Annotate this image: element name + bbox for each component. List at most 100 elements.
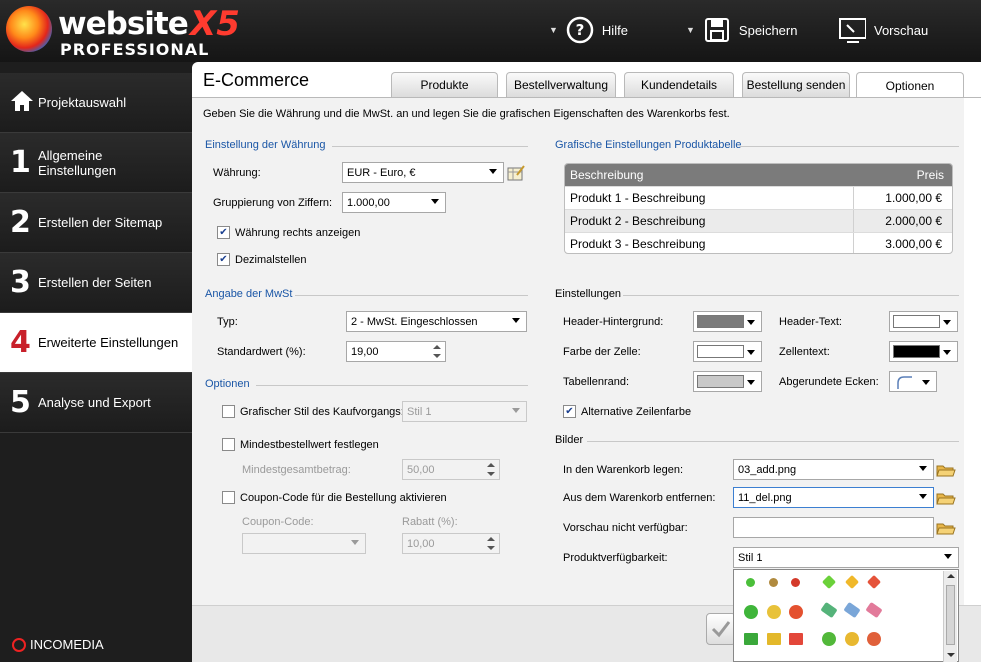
scroll-up-icon[interactable] (947, 574, 955, 578)
product-table-preview: Beschreibung Preis Produkt 1 - Beschreibu… (564, 163, 953, 254)
availability-style-select[interactable]: Stil 1 (733, 547, 959, 568)
dropdown-scrollbar[interactable] (943, 571, 957, 662)
checkout-style-checkbox[interactable] (222, 405, 235, 418)
stepper-arrows-icon[interactable] (487, 463, 495, 477)
red-ball-icon[interactable] (789, 605, 803, 619)
alt-row-checkbox[interactable]: ✔ (563, 405, 576, 418)
cell-text-label: Zellentext: (779, 346, 830, 358)
red-dot-icon[interactable] (791, 578, 800, 587)
rounded-corners-select[interactable] (889, 371, 937, 392)
green-ball-icon[interactable] (744, 605, 758, 619)
red-star-icon[interactable] (866, 574, 882, 590)
ok-button[interactable] (706, 613, 736, 645)
green-check-icon[interactable] (822, 632, 836, 646)
sidebar-item-sitemap[interactable]: 2 Erstellen der Sitemap (0, 193, 192, 253)
currency-right-checkbox[interactable]: ✔ (217, 226, 230, 239)
tab-customer-details[interactable]: Kundendetails (624, 72, 734, 97)
help-button[interactable]: ▼ ? Hilfe (549, 14, 628, 46)
green-flag-icon[interactable] (744, 633, 758, 645)
scrollbar-thumb[interactable] (946, 585, 955, 645)
yellow-star-icon[interactable] (844, 574, 860, 590)
min-amount-stepper[interactable]: 50,00 (402, 459, 500, 480)
tab-options[interactable]: Optionen (856, 72, 964, 98)
chevron-down-icon (943, 320, 951, 325)
table-header-description: Beschreibung (570, 168, 644, 182)
stepper-arrows-icon[interactable] (433, 345, 441, 359)
stepper-arrows-icon[interactable] (487, 537, 495, 551)
sidebar-item-analysis-export[interactable]: 5 Analyse und Export (0, 373, 192, 433)
svg-text:?: ? (576, 21, 585, 39)
alt-row-label: Alternative Zeilenfarbe (581, 406, 692, 418)
grouping-select[interactable]: 1.000,00 (342, 192, 446, 213)
folder-open-icon (936, 523, 956, 534)
header-text-label: Header-Text: (779, 316, 842, 328)
remove-from-cart-image-select[interactable]: 11_del.png (733, 487, 934, 508)
coupon-checkbox[interactable] (222, 491, 235, 504)
tab-send-order[interactable]: Bestellung senden (742, 72, 850, 97)
vat-type-select[interactable]: 2 - MwSt. Eingeschlossen (346, 311, 527, 332)
browse-add-image-button[interactable] (935, 459, 957, 480)
border-color-picker[interactable] (693, 371, 762, 392)
vat-default-stepper[interactable]: 19,00 (346, 341, 446, 362)
step-number: 5 (10, 385, 31, 420)
red-flag-icon[interactable] (789, 633, 803, 645)
color-swatch (893, 345, 940, 358)
sidebar-item-general-settings[interactable]: 1 Allgemeine Einstellungen (0, 133, 192, 193)
app-logo-version: X5 (190, 4, 240, 44)
yellow-warning-icon[interactable] (845, 632, 859, 646)
color-swatch (697, 345, 744, 358)
cell-text-color-picker[interactable] (889, 341, 958, 362)
browse-remove-image-button[interactable] (935, 487, 957, 508)
vat-type-value: 2 - MwSt. Eingeschlossen (351, 315, 478, 328)
green-tag-icon[interactable] (820, 601, 838, 619)
coupon-code-select[interactable] (242, 533, 366, 554)
checkout-style-select[interactable]: Stil 1 (402, 401, 527, 422)
grouping-value: 1.000,00 (347, 196, 390, 209)
decimals-checkbox[interactable]: ✔ (217, 253, 230, 266)
browse-unavailable-image-button[interactable] (935, 517, 957, 538)
preview-button[interactable]: Vorschau (838, 14, 928, 46)
save-label: Speichern (738, 22, 798, 38)
yellow-flag-icon[interactable] (767, 633, 781, 645)
tab-order-management[interactable]: Bestellverwaltung (506, 72, 616, 97)
panel-description: Geben Sie die Währung und die MwSt. an u… (203, 108, 730, 120)
currency-edit-button[interactable] (505, 162, 527, 183)
save-button[interactable]: ▼ Speichern (686, 14, 797, 46)
section-divider (332, 146, 528, 147)
chevron-down-icon (489, 169, 497, 174)
sidebar-item-project-selection[interactable]: Projektauswahl (0, 73, 192, 133)
blue-tag-icon[interactable] (843, 601, 861, 619)
section-divider (587, 441, 959, 442)
rounded-corner-icon (897, 376, 912, 389)
color-swatch (893, 315, 940, 328)
preview-monitor-icon (838, 16, 866, 44)
vat-type-label: Typ: (217, 316, 238, 328)
green-star-icon[interactable] (821, 574, 837, 590)
step-number: 4 (10, 325, 31, 360)
preview-unavailable-input[interactable] (733, 517, 934, 538)
scroll-down-icon[interactable] (947, 653, 955, 657)
edit-table-icon (507, 164, 525, 180)
chevron-down-icon[interactable]: ▼ (549, 25, 558, 35)
green-dot-icon[interactable] (746, 578, 755, 587)
chevron-down-icon (919, 494, 927, 499)
sidebar-item-label: Erstellen der Seiten (38, 275, 152, 290)
cell-color-picker[interactable] (693, 341, 762, 362)
yellow-ball-icon[interactable] (767, 605, 781, 619)
header-bg-color-picker[interactable] (693, 311, 762, 332)
sidebar-item-pages[interactable]: 3 Erstellen der Seiten (0, 253, 192, 313)
amber-dot-icon[interactable] (769, 578, 778, 587)
currency-select[interactable]: EUR - Euro, € (342, 162, 504, 183)
tab-products[interactable]: Produkte (391, 72, 498, 97)
availability-style-dropdown[interactable] (733, 569, 959, 662)
checkout-style-value: Stil 1 (407, 405, 432, 418)
pink-tag-icon[interactable] (865, 601, 883, 619)
min-order-checkbox[interactable] (222, 438, 235, 451)
red-minus-icon[interactable] (867, 632, 881, 646)
add-to-cart-image-select[interactable]: 03_add.png (733, 459, 934, 480)
chevron-down-icon[interactable]: ▼ (686, 25, 695, 35)
sidebar-item-label: Erweiterte Einstellungen (38, 335, 179, 350)
discount-stepper[interactable]: 10,00 (402, 533, 500, 554)
header-text-color-picker[interactable] (889, 311, 958, 332)
sidebar-item-advanced-settings[interactable]: 4 Erweiterte Einstellungen (0, 313, 192, 373)
